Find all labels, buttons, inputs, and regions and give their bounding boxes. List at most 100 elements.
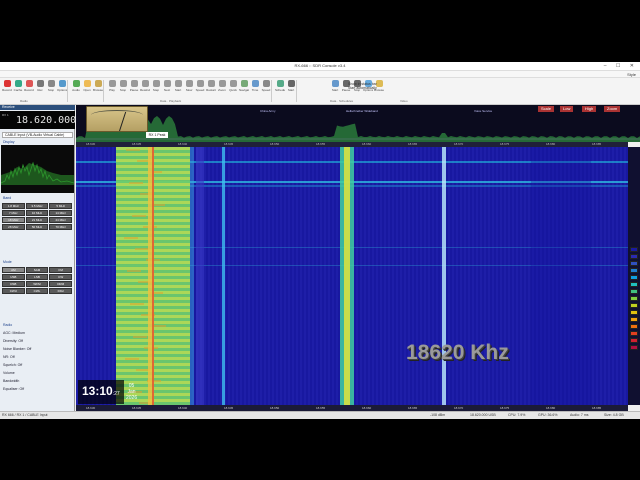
band-button[interactable]: 10 MHz xyxy=(25,210,49,216)
spectrum-zoom-button[interactable]: Zoom xyxy=(604,106,621,112)
colour-scale-swatch[interactable] xyxy=(630,296,638,301)
band-button[interactable]: 5 MHz xyxy=(49,203,72,209)
ribbon-button-label: Step xyxy=(152,88,160,92)
colour-scale-swatch[interactable] xyxy=(630,303,638,308)
radio-option[interactable]: Noise Blanker: Off xyxy=(3,347,31,351)
colour-scale-swatch[interactable] xyxy=(630,254,638,259)
radio-option[interactable]: Radio xyxy=(3,323,12,327)
ribbon-button-stop[interactable]: Stop xyxy=(46,80,56,96)
navigate-icon xyxy=(240,80,248,87)
waterfall-shade xyxy=(196,147,204,405)
colour-scale-swatch[interactable] xyxy=(630,261,638,266)
band-button[interactable]: 7 MHz xyxy=(2,210,25,216)
ribbon-button-rec[interactable]: Rec xyxy=(35,80,45,96)
radio-option[interactable]: Squelch: Off xyxy=(3,363,22,367)
ribbon-button-navigate[interactable]: Navigate xyxy=(239,80,249,96)
ribbon-button-audio[interactable]: Audio xyxy=(71,80,81,96)
band-button[interactable]: 28 MHz xyxy=(2,224,25,230)
radio-option[interactable]: Diversity: Off xyxy=(3,339,23,343)
spectrum-fill xyxy=(76,116,640,142)
colour-scale-swatch[interactable] xyxy=(630,282,638,287)
station-annotation[interactable]: China Army xyxy=(260,109,276,113)
ribbon-button-next[interactable]: Next xyxy=(162,80,172,96)
mode-button[interactable]: DSB xyxy=(2,281,25,287)
frequency-tick: 18.665 xyxy=(408,406,418,410)
colour-scale-swatch[interactable] xyxy=(630,338,638,343)
radio-option[interactable]: Volume xyxy=(3,371,15,375)
spectrum-scale-button[interactable]: Scale xyxy=(538,106,555,112)
mode-button[interactable]: CW xyxy=(49,274,72,280)
ribbon-button-slow[interactable]: Slow xyxy=(184,80,194,96)
band-button[interactable]: 1.8 MHz xyxy=(2,203,25,209)
mode-button[interactable]: SAM xyxy=(25,267,49,273)
radio-option[interactable]: Equaliser: Off xyxy=(3,387,24,391)
ribbon-button-label: Time xyxy=(251,88,259,92)
window-controls[interactable]: – ☐ ✕ xyxy=(604,63,638,69)
ribbon-button-open[interactable]: Open xyxy=(82,80,92,96)
ribbon-button-pause[interactable]: Pause xyxy=(129,80,139,96)
ribbon-button-play[interactable]: Play xyxy=(107,80,117,96)
ribbon-button-start[interactable]: Start xyxy=(330,80,340,96)
waterfall-display[interactable]: 18620 Khz 13:10:27 05 Jan 2026 xyxy=(76,147,628,405)
ribbon-button-quick[interactable]: Quick xyxy=(228,80,238,96)
ribbon-button-cache[interactable]: Cache xyxy=(13,80,23,96)
spectrum-display[interactable]: RX 1 Peak Scale Low High Zoom China Army Hel… xyxy=(76,105,640,142)
ribbon-button-restart[interactable]: Restart xyxy=(206,80,216,96)
ribbon-button-browse[interactable]: Browse xyxy=(93,80,103,96)
ribbon-button-record[interactable]: Record xyxy=(24,80,34,96)
ribbon-button-start[interactable]: Start xyxy=(286,80,296,96)
ribbon-button-schedule[interactable]: Schedule xyxy=(275,80,285,96)
ribbon-button-speed[interactable]: Speed xyxy=(261,80,271,96)
schedule-options[interactable]: Show in status bar Start automatically xyxy=(348,82,378,90)
band-button[interactable]: 50 MHz xyxy=(25,224,49,230)
station-annotation[interactable]: Hellschreiber Wideband xyxy=(346,109,378,113)
mode-button[interactable]: WFM xyxy=(25,281,49,287)
colour-scale-swatch[interactable] xyxy=(630,331,638,336)
ribbon-button-options[interactable]: Options xyxy=(57,80,67,96)
band-button[interactable]: 70 MHz xyxy=(49,224,72,230)
frequency-display[interactable]: RX 1 18.620.000 xyxy=(0,111,76,129)
colour-scale-swatch[interactable] xyxy=(630,275,638,280)
colour-scale[interactable] xyxy=(628,147,640,405)
colour-scale-swatch[interactable] xyxy=(630,324,638,329)
audio-device-select[interactable]: CABLE Input (VB-Audio Virtual Cable) xyxy=(2,132,73,138)
ribbon-button-stop[interactable]: Stop xyxy=(118,80,128,96)
band-button[interactable]: 3.5 MHz xyxy=(25,203,49,209)
colour-scale-swatch[interactable] xyxy=(630,310,638,315)
colour-scale-swatch[interactable] xyxy=(630,317,638,322)
band-button[interactable]: 21 MHz xyxy=(25,217,49,223)
spectrum-low-button[interactable]: Low xyxy=(560,106,574,112)
station-annotation[interactable]: Voice Service xyxy=(474,109,492,113)
ribbon-button-speed[interactable]: Speed xyxy=(195,80,205,96)
ribbon-button-start[interactable]: Start xyxy=(173,80,183,96)
radio-option[interactable]: AGC: Medium xyxy=(3,331,25,335)
mode-button[interactable]: USB xyxy=(2,274,25,280)
mode-button[interactable]: CWU xyxy=(2,288,25,294)
mode-button[interactable]: LSB xyxy=(25,274,49,280)
radio-option[interactable]: Bandwidth xyxy=(3,379,19,383)
colour-scale-swatch[interactable] xyxy=(630,268,638,273)
ribbon-button-step[interactable]: Step xyxy=(151,80,161,96)
mode-button[interactable]: FM xyxy=(49,267,72,273)
frequency-tick: 18.675 xyxy=(500,142,510,146)
ribbon-button-time[interactable]: Time xyxy=(250,80,260,96)
frequency-value[interactable]: 18.620.000 xyxy=(16,115,76,126)
colour-scale-swatch[interactable] xyxy=(630,289,638,294)
mode-button[interactable]: DRM xyxy=(49,281,72,287)
ribbon-button-record[interactable]: Record xyxy=(2,80,12,96)
mode-button[interactable]: AM xyxy=(2,267,25,273)
ribbon-button-rewind[interactable]: Rewind xyxy=(140,80,150,96)
radio-option[interactable]: NR: Off xyxy=(3,355,15,359)
band-button[interactable]: 24 MHz xyxy=(49,217,72,223)
colour-scale-swatch[interactable] xyxy=(630,345,638,350)
step-icon xyxy=(152,80,160,87)
ribbon-button-label: Start xyxy=(174,88,182,92)
ribbon-button-zoom[interactable]: Zoom xyxy=(217,80,227,96)
band-button[interactable]: 18 MHz xyxy=(2,217,25,223)
mode-button[interactable]: CWL xyxy=(25,288,49,294)
spectrum-high-button[interactable]: High xyxy=(582,106,597,112)
mode-button[interactable]: DIGI xyxy=(49,288,72,294)
colour-scale-swatch[interactable] xyxy=(630,247,638,252)
band-button[interactable]: 14 MHz xyxy=(49,210,72,216)
style-menu[interactable]: Style xyxy=(627,71,636,78)
